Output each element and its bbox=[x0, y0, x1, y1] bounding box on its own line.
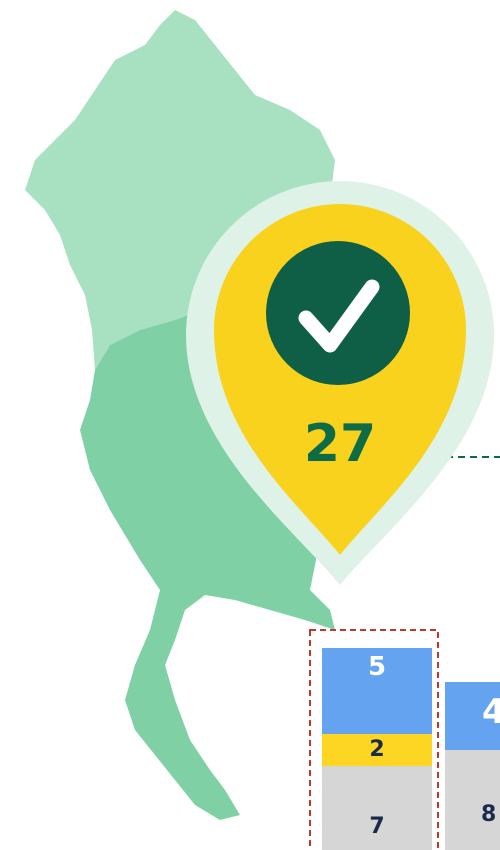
bar-2-bottom-label: 8 bbox=[481, 802, 497, 827]
bar-1-middle-label: 2 bbox=[369, 737, 385, 762]
bar-2-top-label: 4 bbox=[482, 692, 500, 732]
bar-1-top-label: 5 bbox=[367, 652, 387, 682]
stacked-bars bbox=[309, 629, 500, 850]
bar-1-bottom-label: 7 bbox=[369, 814, 385, 839]
bar-2-bottom-segment bbox=[445, 750, 500, 850]
